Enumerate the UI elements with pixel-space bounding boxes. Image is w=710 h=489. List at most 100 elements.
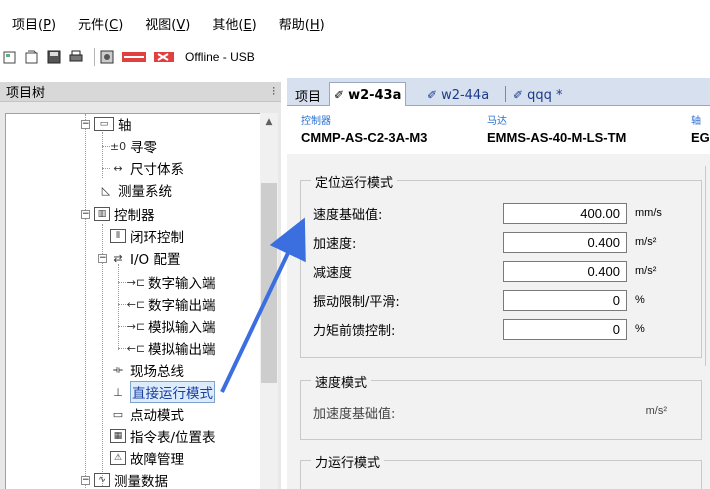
tree-node-digital-out[interactable]: ←⊏ 数字输出端: [127, 294, 216, 315]
torque-feedforward-input[interactable]: 0: [503, 318, 627, 340]
accel-base-label: 加速度基础值:: [313, 406, 396, 422]
force-mode-title: 力运行模式: [311, 452, 385, 471]
tree-node-jog-mode[interactable]: ▭ 点动模式: [110, 404, 184, 425]
fieldbus-icon: ⟛: [113, 363, 123, 376]
parameter-panel: 控制器 CMMP-AS-C2-3A-M3 马达 EMMS-AS-40-M-LS-…: [287, 106, 710, 489]
open-project-icon[interactable]: [24, 49, 40, 65]
tree-connector: [102, 224, 103, 486]
motor-caption: 马达: [487, 116, 507, 127]
pin-icon[interactable]: ⫶: [272, 85, 275, 99]
toolbar: Offline - USB: [0, 46, 710, 68]
tree-node-measure-data[interactable]: ∿ 测量数据: [94, 470, 168, 489]
tab-qqq[interactable]: ✐ qqq *: [509, 84, 566, 106]
toolbar-separator: [94, 48, 95, 66]
controller-value: CMMP-AS-C2-3A-M3: [301, 130, 428, 145]
save-icon[interactable]: [46, 49, 62, 65]
io-config-collapse-toggle[interactable]: −: [98, 254, 107, 263]
jerk-limit-unit: %: [635, 294, 645, 306]
force-mode-group: 力运行模式: [300, 452, 702, 489]
tree-node-digital-in[interactable]: →⊏ 数字输入端: [126, 272, 216, 293]
tree-connector: [118, 264, 119, 350]
homing-icon: ±0: [109, 139, 127, 153]
analog-out-icon: ←⊏: [126, 341, 146, 355]
position-mode-group: 定位运行模式 速度基础值: 400.00 mm/s 加速度: 0.400 m/s…: [300, 172, 702, 358]
tree-node-controller[interactable]: ▥ 控制器: [94, 204, 155, 224]
digital-in-icon: →⊏: [126, 275, 146, 289]
menu-view[interactable]: 视图(V): [145, 14, 190, 33]
measure-data-expand-toggle[interactable]: −: [81, 476, 90, 485]
torque-feedforward-unit: %: [635, 323, 645, 335]
controller-collapse-toggle[interactable]: −: [81, 210, 90, 219]
tree-node-analog-in[interactable]: →⊏ 模拟输入端: [127, 316, 216, 337]
acceleration-unit: m/s²: [635, 236, 657, 248]
tab-w2-44a[interactable]: ✐ w2-44a: [423, 84, 493, 106]
controller-icon: ▥: [94, 207, 110, 221]
project-tree-title: 项目树: [6, 86, 46, 101]
param-row: 力矩前馈控制: 0 %: [313, 318, 693, 340]
online-icon[interactable]: [121, 49, 147, 65]
menu-project[interactable]: 项目(P): [12, 14, 56, 33]
deceleration-input[interactable]: 0.400: [503, 260, 627, 282]
tree-connector: [85, 114, 86, 489]
tree-node-dimension[interactable]: ↔ 尺寸体系: [110, 158, 184, 179]
measurement-icon: ◺: [101, 183, 111, 197]
param-row: 加速度基础值:: [313, 401, 693, 423]
speed-base-unit: mm/s: [635, 207, 662, 219]
acceleration-label: 加速度:: [313, 236, 357, 252]
print-icon[interactable]: [68, 49, 84, 65]
param-row: 振动限制/平滑: 0 %: [313, 289, 693, 311]
tree-scrollbar[interactable]: ▲: [260, 113, 278, 489]
tree-node-analog-out[interactable]: ←⊏ 模拟输出端: [126, 338, 216, 359]
panel-divider: [705, 166, 706, 366]
tree-node-axis[interactable]: ▭ 轴: [94, 114, 132, 134]
axis-collapse-toggle[interactable]: −: [81, 120, 90, 129]
document-tabs: 项目 ✐ w2-43a ✐ w2-44a ✐ qqq *: [287, 78, 710, 107]
tab-w2-43a[interactable]: ✐ w2-43a: [329, 82, 407, 107]
project-tree-header: 项目树 ⫶: [0, 82, 281, 102]
jerk-limit-input[interactable]: 0: [503, 289, 627, 311]
position-mode-title: 定位运行模式: [311, 172, 398, 191]
motor-value: EMMS-AS-40-M-LS-TM: [487, 130, 627, 145]
param-row: 减速度 0.400 m/s²: [313, 260, 693, 282]
param-row: 速度基础值: 400.00 mm/s: [313, 202, 693, 224]
feather-icon: ✐: [334, 88, 345, 102]
new-project-icon[interactable]: [2, 49, 18, 65]
tab-project[interactable]: 项目: [291, 84, 325, 106]
accel-base-unit: m/s²: [645, 405, 667, 417]
menu-help[interactable]: 帮助(H): [279, 14, 325, 33]
tree-node-fieldbus[interactable]: ⟛ 现场总线: [110, 360, 184, 380]
deceleration-label: 减速度: [313, 265, 353, 281]
component-icon[interactable]: [99, 49, 115, 65]
speed-base-input[interactable]: 400.00: [503, 202, 627, 224]
torque-feedforward-label: 力矩前馈控制:: [313, 323, 396, 339]
axis-value: EG: [691, 130, 710, 145]
menu-component[interactable]: 元件(C): [78, 14, 123, 33]
deceleration-unit: m/s²: [635, 265, 657, 277]
offline-icon[interactable]: [153, 49, 175, 65]
controller-caption: 控制器: [301, 116, 331, 127]
feather-icon: ✐: [513, 88, 524, 102]
tree-node-measurement[interactable]: ◺ 测量系统: [98, 180, 172, 201]
tree-node-closed-loop[interactable]: ⫴ 闭环控制: [110, 226, 184, 246]
device-info: 控制器 CMMP-AS-C2-3A-M3 马达 EMMS-AS-40-M-LS-…: [287, 106, 710, 154]
measure-data-icon: ∿: [94, 473, 110, 487]
tree-node-io-config[interactable]: ⇄ I/O 配置: [110, 248, 180, 269]
tree-connector: [102, 132, 103, 178]
speed-base-label: 速度基础值:: [313, 207, 383, 223]
speed-mode-title: 速度模式: [311, 372, 372, 391]
tree-node-position-table[interactable]: ▦ 指令表/位置表: [110, 426, 216, 446]
tab-separator: [505, 86, 506, 102]
menu-other[interactable]: 其他(E): [212, 14, 256, 33]
tree-node-homing[interactable]: ±0 寻零: [109, 136, 157, 157]
tree-node-direct-mode[interactable]: ⊥ 直接运行模式: [110, 381, 215, 403]
menu-bar: 项目(P) 元件(C) 视图(V) 其他(E) 帮助(H): [0, 12, 710, 34]
scroll-thumb[interactable]: [261, 183, 277, 383]
scroll-up-icon[interactable]: ▲: [260, 113, 278, 131]
axis-caption: 轴: [691, 116, 701, 127]
tree-node-fault-mgmt[interactable]: ⚠ 故障管理: [110, 448, 184, 468]
acceleration-input[interactable]: 0.400: [503, 231, 627, 253]
jog-mode-icon: ▭: [112, 407, 124, 421]
jerk-limit-label: 振动限制/平滑:: [313, 294, 400, 310]
axis-icon: ▭: [94, 117, 114, 131]
tree-connector: [102, 146, 110, 147]
